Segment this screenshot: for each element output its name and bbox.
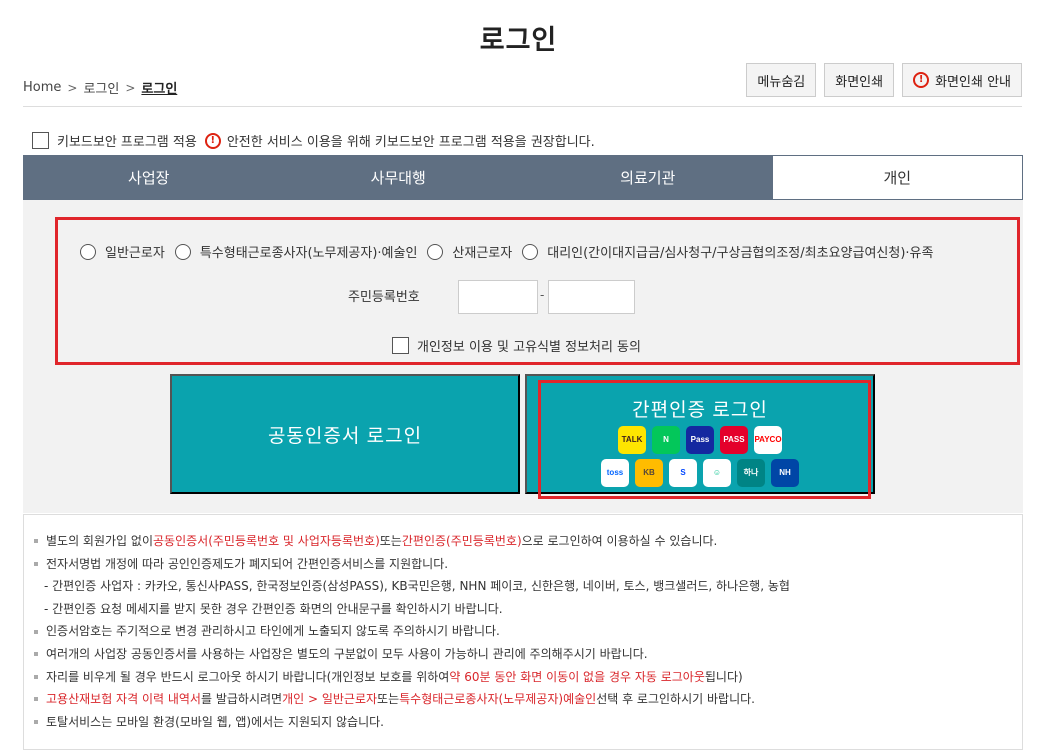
radio-general-worker[interactable]: 일반근로자 [80, 242, 165, 261]
breadcrumb-home[interactable]: Home [23, 80, 61, 95]
print-info-button[interactable]: ! 화면인쇄 안내 [902, 63, 1022, 97]
tab-individual[interactable]: 개인 [772, 156, 1022, 199]
notice-item: 별도의 회원가입 없이 공동인증서(주민등록번호 및 사업자등록번호) 또는 간… [34, 530, 1022, 553]
print-info-label: 화면인쇄 안내 [935, 74, 1011, 90]
radio-agent[interactable]: 대리인(간이대지급금/심사청구/구상금협의조정/최초요양급여신청)·유족 [522, 242, 933, 261]
notice-text: 으로 로그인하여 이용하실 수 있습니다. [521, 534, 718, 548]
notice-text: 인증서암호는 주기적으로 변경 관리하시고 타인에게 노출되지 않도록 주의하시… [46, 624, 500, 639]
cert-login-button[interactable]: 공동인증서 로그인 [170, 374, 520, 494]
notice-text: 또는 [379, 534, 402, 548]
notice-subitem: - 간편인증 사업자 : 카카오, 통신사PASS, 한국정보인증(삼성PASS… [34, 575, 1022, 598]
radio-special-worker[interactable]: 특수형태근로종사자(노무제공자)·예술인 [174, 242, 418, 261]
notice-item: 여러개의 사업장 공동인증서를 사용하는 사업장은 별도의 구분없이 모두 사용… [34, 643, 1022, 666]
breadcrumb-login[interactable]: 로그인 [83, 78, 119, 97]
breadcrumb-separator: > [67, 80, 78, 95]
notice-highlight: 특수형태근로종사자(노무제공자)예술인 [399, 692, 597, 707]
print-button[interactable]: 화면인쇄 [824, 63, 895, 97]
keyboard-security-checkbox[interactable] [32, 132, 49, 149]
notice-text: - 간편인증 요청 메세지를 받지 못한 경우 간편인증 화면의 안내문구를 확… [44, 601, 503, 616]
breadcrumb-current[interactable]: 로그인 [141, 78, 177, 97]
notice-box: 별도의 회원가입 없이 공동인증서(주민등록번호 및 사업자등록번호) 또는 간… [23, 514, 1023, 750]
keyboard-security-row: 키보드보안 프로그램 적용 ! 안전한 서비스 이용을 위해 키보드보안 프로그… [32, 131, 595, 150]
radio-button[interactable] [174, 243, 191, 260]
resident-number-front-input[interactable] [458, 280, 538, 314]
notice-item: 인증서암호는 주기적으로 변경 관리하시고 타인에게 노출되지 않도록 주의하시… [34, 620, 1022, 643]
notice-text: 를 발급하시려면 [200, 692, 283, 707]
page-title: 로그인 [479, 25, 558, 56]
warning-icon: ! [204, 132, 221, 149]
highlight-box [538, 380, 871, 499]
notice-highlight: 간편인증(주민등록번호) [401, 534, 522, 548]
radio-injured-worker[interactable]: 산재근로자 [427, 242, 512, 261]
notice-highlight: 약 60분 동안 화면 이동이 없을 경우 자동 로그아웃 [449, 669, 705, 684]
consent-checkbox[interactable] [392, 337, 409, 354]
notice-highlight: 고용산재보험 자격 이력 내역서 [46, 692, 201, 707]
notice-highlight: 공동인증서(주민등록번호 및 사업자등록번호) [153, 534, 380, 548]
notice-text: 됩니다) [704, 669, 743, 684]
radio-label: 일반근로자 [105, 246, 165, 261]
cert-login-label: 공동인증서 로그인 [267, 425, 423, 447]
login-type-tabs: 사업장 사무대행 의료기관 개인 [23, 155, 1023, 200]
notice-item: 토탈서비스는 모바일 환경(모바일 웹, 앱)에서는 지원되지 않습니다. [34, 711, 1022, 734]
tab-medical[interactable]: 의료기관 [523, 156, 773, 199]
notice-text: 토탈서비스는 모바일 환경(모바일 웹, 앱)에서는 지원되지 않습니다. [46, 714, 384, 729]
resident-number-label: 주민등록번호 [348, 290, 420, 305]
radio-button[interactable] [427, 243, 444, 260]
radio-label: 산재근로자 [452, 246, 513, 261]
keyboard-security-notice: 안전한 서비스 이용을 위해 키보드보안 프로그램 적용을 권장합니다. [226, 135, 595, 150]
breadcrumb: Home > 로그인 > 로그인 [23, 78, 177, 97]
notice-item: 전자서명법 개정에 따라 공인인증제도가 폐지되어 간편인증서비스를 지원합니다… [34, 553, 1022, 576]
notice-highlight: 개인 > 일반근로자 [282, 692, 378, 707]
notice-text: 여러개의 사업장 공동인증서를 사용하는 사업장은 별도의 구분없이 모두 사용… [46, 646, 648, 661]
notice-text: 선택 후 로그인하시기 바랍니다. [596, 692, 755, 707]
warning-icon: ! [913, 72, 930, 88]
radio-label: 대리인(간이대지급금/심사청구/구상금협의조정/최초요양급여신청)·유족 [547, 246, 934, 261]
consent-label: 개인정보 이용 및 고유식별 정보처리 동의 [417, 340, 641, 355]
tab-agency[interactable]: 사무대행 [273, 156, 523, 199]
resident-number-separator: - [540, 288, 545, 302]
radio-button[interactable] [80, 243, 96, 260]
notice-item: 자리를 비우게 될 경우 반드시 로그아웃 하시기 바랍니다(개인정보 보호를 … [34, 666, 1022, 689]
print-label: 화면인쇄 [835, 74, 884, 90]
divider [23, 106, 1022, 107]
consent-row: 개인정보 이용 및 고유식별 정보처리 동의 [392, 336, 641, 355]
radio-button[interactable] [522, 243, 539, 260]
keyboard-security-label: 키보드보안 프로그램 적용 [57, 135, 197, 150]
user-type-radios: 일반근로자 특수형태근로종사자(노무제공자)·예술인 산재근로자 대리인(간이대… [80, 242, 943, 261]
notice-item: 고용산재보험 자격 이력 내역서 를 발급하시려면 개인 > 일반근로자 또는 특… [34, 688, 1022, 711]
notice-subitem: - 간편인증 요청 메세지를 받지 못한 경우 간편인증 화면의 안내문구를 확… [34, 598, 1022, 621]
notice-text: 전자서명법 개정에 따라 공인인증제도가 폐지되어 간편인증서비스를 지원합니다… [46, 556, 449, 571]
hide-menu-button[interactable]: 메뉴숨김 [746, 63, 817, 97]
resident-number-back-input[interactable] [548, 280, 635, 314]
notice-text: 별도의 회원가입 없이 [46, 534, 153, 548]
top-buttons: 메뉴숨김 화면인쇄 ! 화면인쇄 안내 [746, 63, 1022, 97]
tab-business[interactable]: 사업장 [24, 156, 274, 199]
hide-menu-label: 메뉴숨김 [757, 74, 806, 90]
radio-label: 특수형태근로종사자(노무제공자)·예술인 [199, 246, 418, 261]
notice-text: 또는 [377, 692, 400, 707]
breadcrumb-separator: > [125, 80, 136, 95]
notice-text: 자리를 비우게 될 경우 반드시 로그아웃 하시기 바랍니다(개인정보 보호를 … [46, 669, 450, 684]
notice-text: - 간편인증 사업자 : 카카오, 통신사PASS, 한국정보인증(삼성PASS… [44, 579, 790, 594]
